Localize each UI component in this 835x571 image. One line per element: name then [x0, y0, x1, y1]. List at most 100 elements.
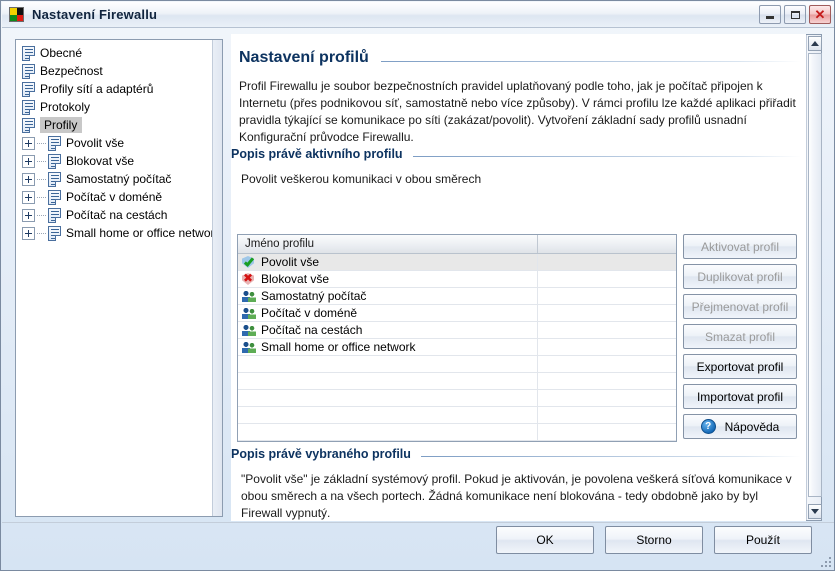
profile-name: Small home or office network: [261, 340, 416, 354]
table-row[interactable]: Počítač v doméně: [238, 305, 676, 322]
document-icon: [48, 171, 61, 187]
selected-profile-text: "Povolit vše" je základní systémový prof…: [241, 472, 792, 520]
table-cell-blank: [538, 305, 676, 321]
section-divider: [420, 456, 801, 457]
tree-connector: [37, 178, 46, 180]
table-row[interactable]: Počítač na cestách: [238, 322, 676, 339]
tree-item-samostatny-pocitac[interactable]: Samostatný počítač: [16, 170, 212, 188]
tree-connector: [37, 160, 46, 162]
profile-actions: Aktivovat profil Duplikovat profil Přejm…: [683, 234, 797, 439]
firewall-settings-window: Nastavení Firewallu ✕ Obecné Bezpečnost: [0, 0, 835, 571]
table-cell-blank: [538, 254, 676, 270]
export-profile-button[interactable]: Exportovat profil: [683, 354, 797, 379]
window-title: Nastavení Firewallu: [32, 7, 158, 22]
active-profile-title: Popis právě aktivního profilu: [231, 147, 403, 161]
block-shield-icon: [242, 272, 257, 286]
table-row-empty[interactable]: [238, 373, 676, 390]
expand-icon[interactable]: [22, 208, 35, 222]
maximize-button[interactable]: [784, 5, 806, 24]
apply-button[interactable]: Použít: [714, 526, 812, 554]
footer-divider: [2, 522, 834, 523]
delete-profile-button[interactable]: Smazat profil: [683, 324, 797, 349]
table-row[interactable]: Blokovat vše: [238, 271, 676, 288]
document-icon: [22, 63, 35, 79]
expand-icon[interactable]: [22, 190, 35, 204]
minimize-button[interactable]: [759, 5, 781, 24]
help-button[interactable]: ? Nápověda: [683, 414, 797, 439]
tree-item-pocitac-na-cestach[interactable]: Počítač na cestách: [16, 206, 212, 224]
activate-profile-button[interactable]: Aktivovat profil: [683, 234, 797, 259]
table-row[interactable]: Samostatný počítač: [238, 288, 676, 305]
chevron-up-icon: [811, 41, 819, 46]
table-cell-blank: [538, 322, 676, 338]
help-question-icon: ?: [700, 419, 716, 434]
help-button-label: Nápověda: [724, 419, 780, 434]
tree-connector: [37, 232, 46, 234]
rename-profile-button[interactable]: Přejmenovat profil: [683, 294, 797, 319]
tree-item-small-home-or-office-network[interactable]: Small home or office network: [16, 224, 221, 242]
table-row-empty[interactable]: [238, 390, 676, 407]
tree-item-label: Profily: [40, 117, 83, 133]
duplicate-profile-button[interactable]: Duplikovat profil: [683, 264, 797, 289]
active-profile-text: Povolit veškerou komunikaci v obou směre…: [241, 172, 482, 186]
tree-item-label: Povolit vše: [66, 136, 125, 150]
allow-shield-icon: [242, 255, 257, 269]
selected-profile-title: Popis právě vybraného profilu: [231, 447, 411, 461]
tree-connector: [37, 196, 46, 198]
table-cell-name: Počítač v doméně: [238, 305, 538, 321]
tree-item-label: Protokoly: [40, 100, 91, 114]
tree-item-obecne[interactable]: Obecné: [16, 44, 212, 62]
active-profile-section-header: Popis právě aktivního profilu: [231, 147, 801, 161]
title-divider: [380, 60, 801, 62]
ok-button[interactable]: OK: [496, 526, 594, 554]
tree-item-bezpecnost[interactable]: Bezpečnost: [16, 62, 212, 80]
column-header-name[interactable]: Jméno profilu: [238, 235, 538, 253]
expand-icon[interactable]: [22, 226, 35, 240]
table-cell-name: Samostatný počítač: [238, 288, 538, 304]
table-row-empty[interactable]: [238, 441, 676, 442]
users-icon: [242, 289, 257, 303]
tree-connector: [37, 142, 46, 144]
selected-profile-section-header: Popis právě vybraného profilu: [231, 447, 801, 461]
profile-name: Samostatný počítač: [261, 289, 367, 303]
table-row[interactable]: Povolit vše: [238, 254, 676, 271]
tree-item-protokoly[interactable]: Protokoly: [16, 98, 212, 116]
document-icon: [48, 189, 61, 205]
table-row-empty[interactable]: [238, 407, 676, 424]
document-icon: [48, 153, 61, 169]
scroll-up-button[interactable]: [808, 36, 822, 51]
table-row-empty[interactable]: [238, 424, 676, 441]
scroll-down-button[interactable]: [808, 504, 822, 519]
close-button[interactable]: ✕: [809, 5, 831, 24]
tree-item-blokovat-vse[interactable]: Blokovat vše: [16, 152, 212, 170]
tree-scrollbar[interactable]: [212, 40, 222, 516]
import-profile-button[interactable]: Importovat profil: [683, 384, 797, 409]
tree-item-profily[interactable]: Profily: [16, 116, 212, 134]
tree-item-label: Profily sítí a adaptérů: [40, 82, 154, 96]
column-header-blank[interactable]: [538, 235, 676, 253]
expand-icon[interactable]: [22, 172, 35, 186]
document-icon: [48, 207, 61, 223]
cancel-button[interactable]: Storno: [605, 526, 703, 554]
scrollbar-thumb[interactable]: [808, 53, 822, 497]
tree-item-label: Počítač na cestách: [66, 208, 168, 222]
expand-icon[interactable]: [22, 136, 35, 150]
table-cell-name: Počítač na cestách: [238, 322, 538, 338]
users-icon: [242, 323, 257, 337]
content-scrollbar[interactable]: [806, 35, 822, 520]
expand-icon[interactable]: [22, 154, 35, 168]
tree-item-pocitac-v-domene[interactable]: Počítač v doméně: [16, 188, 212, 206]
table-row[interactable]: Small home or office network: [238, 339, 676, 356]
minimize-icon: [766, 16, 774, 19]
table-row-empty[interactable]: [238, 356, 676, 373]
navigation-tree-panel[interactable]: Obecné Bezpečnost Profily sítí a adaptér…: [15, 39, 223, 517]
resize-grip[interactable]: [818, 554, 831, 567]
tree-item-povolit-vse[interactable]: Povolit vše: [16, 134, 212, 152]
window-controls: ✕: [759, 5, 831, 24]
chevron-down-icon: [811, 509, 819, 514]
dialog-buttons: OK Storno Použít: [496, 526, 812, 554]
profiles-table[interactable]: Jméno profilu Povolit vše Blokovat vše: [237, 234, 677, 442]
tree-item-profily-siti-a-adapteru[interactable]: Profily sítí a adaptérů: [16, 80, 212, 98]
table-cell-blank: [538, 271, 676, 287]
close-icon: ✕: [814, 6, 826, 22]
